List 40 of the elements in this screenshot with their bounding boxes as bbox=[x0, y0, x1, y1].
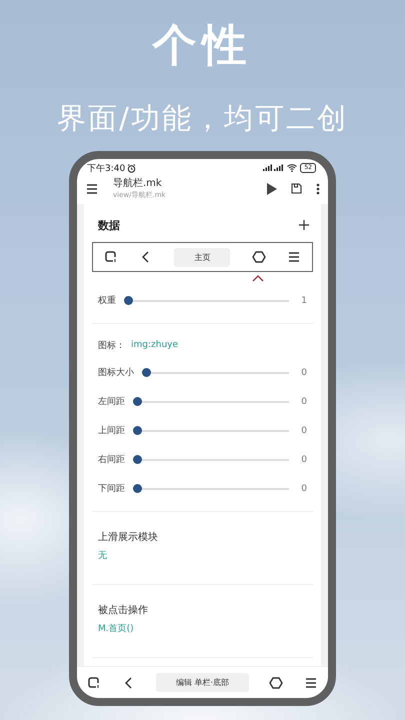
headline: 个性 bbox=[152, 20, 252, 72]
nav-label[interactable]: 编辑 单栏·底部 bbox=[156, 673, 250, 692]
slider-value: 0 bbox=[301, 484, 307, 494]
home-icon[interactable] bbox=[252, 250, 266, 264]
slider-value: 0 bbox=[301, 426, 307, 436]
signal-icon bbox=[262, 164, 284, 172]
slider-label: 上间距 bbox=[98, 424, 125, 438]
field-value[interactable]: img:zhuye bbox=[131, 340, 178, 350]
caret-icon[interactable] bbox=[252, 275, 264, 282]
slider-label: 右间距 bbox=[98, 454, 125, 466]
slider-value: 0 bbox=[301, 396, 307, 407]
section-title: 数据 bbox=[98, 218, 120, 233]
menu-icon[interactable] bbox=[304, 676, 318, 690]
recents-icon[interactable] bbox=[104, 250, 118, 264]
recents-icon[interactable] bbox=[87, 676, 102, 690]
play-icon[interactable] bbox=[266, 182, 277, 195]
status-time: 下午3:40 bbox=[87, 162, 126, 175]
home-icon[interactable] bbox=[269, 676, 284, 690]
option-label: 上滑展示模块 bbox=[98, 530, 159, 544]
option-value[interactable]: 无 bbox=[98, 549, 307, 562]
slider-label: 权重 bbox=[98, 294, 116, 308]
nav-label[interactable]: 主页 bbox=[174, 248, 230, 267]
slider-label: 下间距 bbox=[98, 482, 125, 496]
save-icon[interactable] bbox=[291, 183, 302, 194]
file-title: 导航栏.mk bbox=[113, 177, 163, 190]
slider-value: 0 bbox=[301, 368, 307, 378]
field-label: 图标： bbox=[98, 340, 125, 352]
option-label: 被点击操作 bbox=[98, 604, 149, 618]
menu-icon[interactable] bbox=[85, 182, 99, 196]
menu-icon[interactable] bbox=[287, 250, 302, 264]
subheadline: 界面/功能，均可二创 bbox=[57, 100, 348, 136]
slider-value: 1 bbox=[301, 296, 307, 306]
slider-value: 0 bbox=[301, 454, 307, 465]
more-icon[interactable] bbox=[316, 182, 320, 195]
wifi-icon bbox=[287, 164, 298, 172]
slider-label: 左间距 bbox=[98, 396, 125, 408]
option-value[interactable]: M.首页() bbox=[98, 622, 307, 636]
alarm-icon bbox=[127, 164, 136, 173]
slider-label: 图标大小 bbox=[98, 366, 134, 380]
add-icon[interactable] bbox=[299, 220, 309, 230]
